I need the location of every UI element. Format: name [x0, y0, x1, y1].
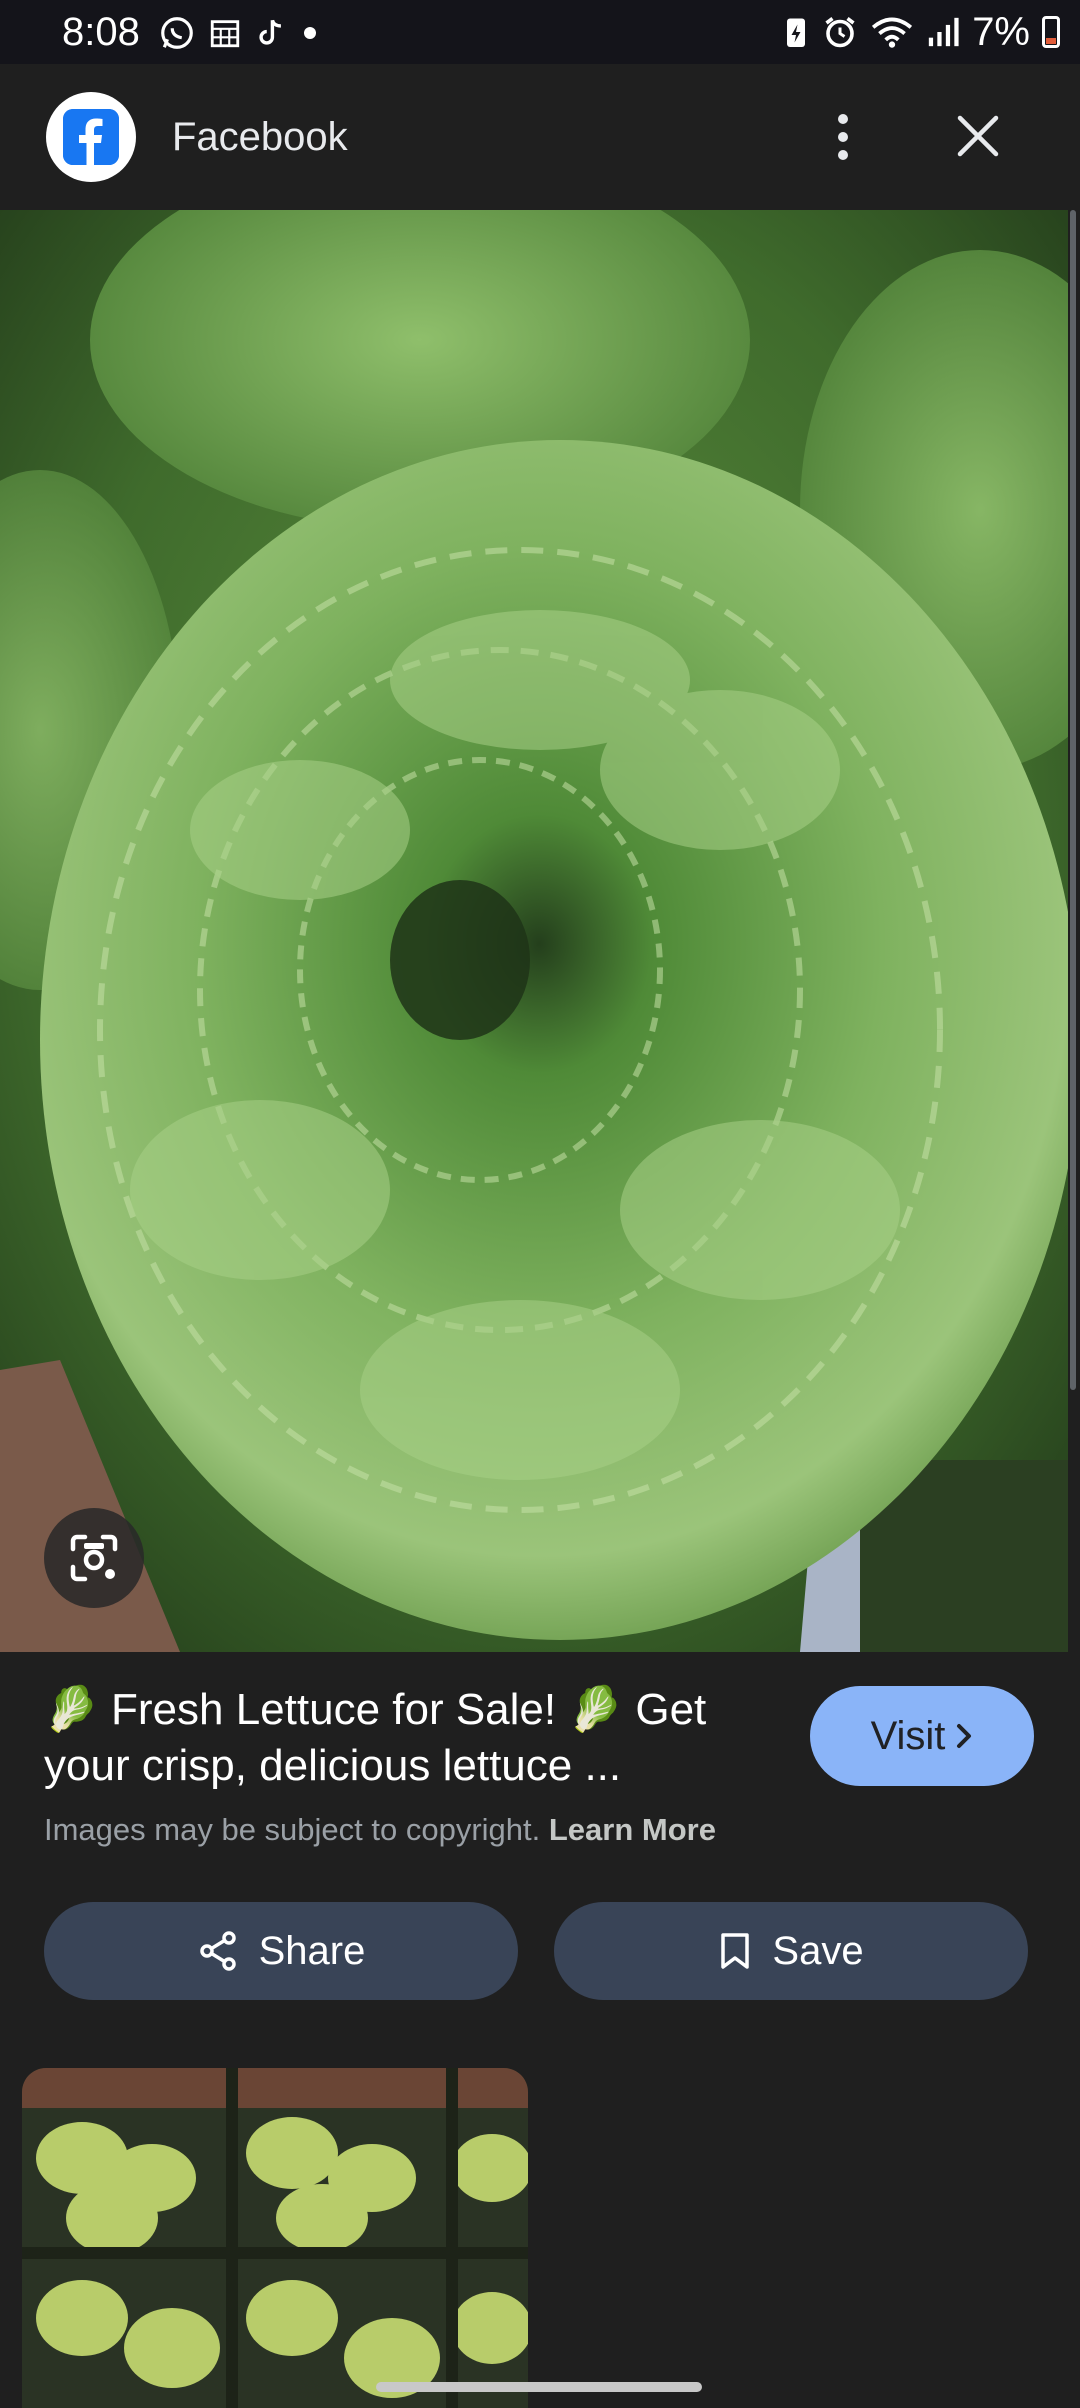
wifi-icon [872, 17, 913, 48]
save-button[interactable]: Save [554, 1902, 1028, 2000]
result-title[interactable]: 🥬 Fresh Lettuce for Sale! 🥬 Get your cri… [44, 1682, 764, 1794]
more-vert-icon [838, 114, 848, 160]
bookmark-icon [721, 1933, 750, 1969]
share-button[interactable]: Share [44, 1902, 518, 2000]
related-result-thumbnail[interactable] [22, 2068, 528, 2408]
close-icon [957, 115, 999, 157]
status-bar: 8:08 7% [0, 0, 1080, 64]
viewer-header: Facebook [0, 64, 1080, 210]
battery-icon [1042, 16, 1060, 48]
more-options-button[interactable] [818, 102, 868, 172]
whatsapp-icon [161, 17, 193, 49]
tiktok-icon [259, 19, 281, 45]
scroll-indicator [1070, 210, 1076, 1390]
visit-button[interactable]: Visit [810, 1686, 1034, 1786]
learn-more-link[interactable]: Learn More [549, 1812, 716, 1847]
battery-percent: 7% [972, 10, 1030, 54]
chevron-right-icon [957, 1724, 972, 1748]
copyright-text: Images may be subject to copyright. [44, 1812, 541, 1847]
share-icon [199, 1931, 236, 1971]
facebook-logo [46, 92, 136, 182]
google-lens-button[interactable] [44, 1508, 144, 1608]
share-label: Share [258, 1928, 366, 1973]
visit-label: Visit [870, 1713, 946, 1758]
alarm-icon [825, 17, 855, 48]
result-image[interactable] [0, 210, 1068, 1652]
home-indicator[interactable] [376, 2382, 702, 2392]
close-button[interactable] [950, 108, 1006, 164]
status-time: 8:08 [62, 10, 140, 54]
copyright-notice: Images may be subject to copyright. Lear… [44, 1810, 716, 1850]
dot-icon [304, 27, 316, 39]
lens-icon [70, 1534, 118, 1582]
signal-icon [929, 17, 959, 47]
system-icons: 7% [782, 8, 1060, 56]
battery-saver-icon [787, 18, 806, 47]
source-title[interactable]: Facebook [172, 112, 348, 162]
save-label: Save [772, 1928, 864, 1973]
notification-icons [158, 14, 320, 52]
calendar-icon [210, 20, 240, 48]
